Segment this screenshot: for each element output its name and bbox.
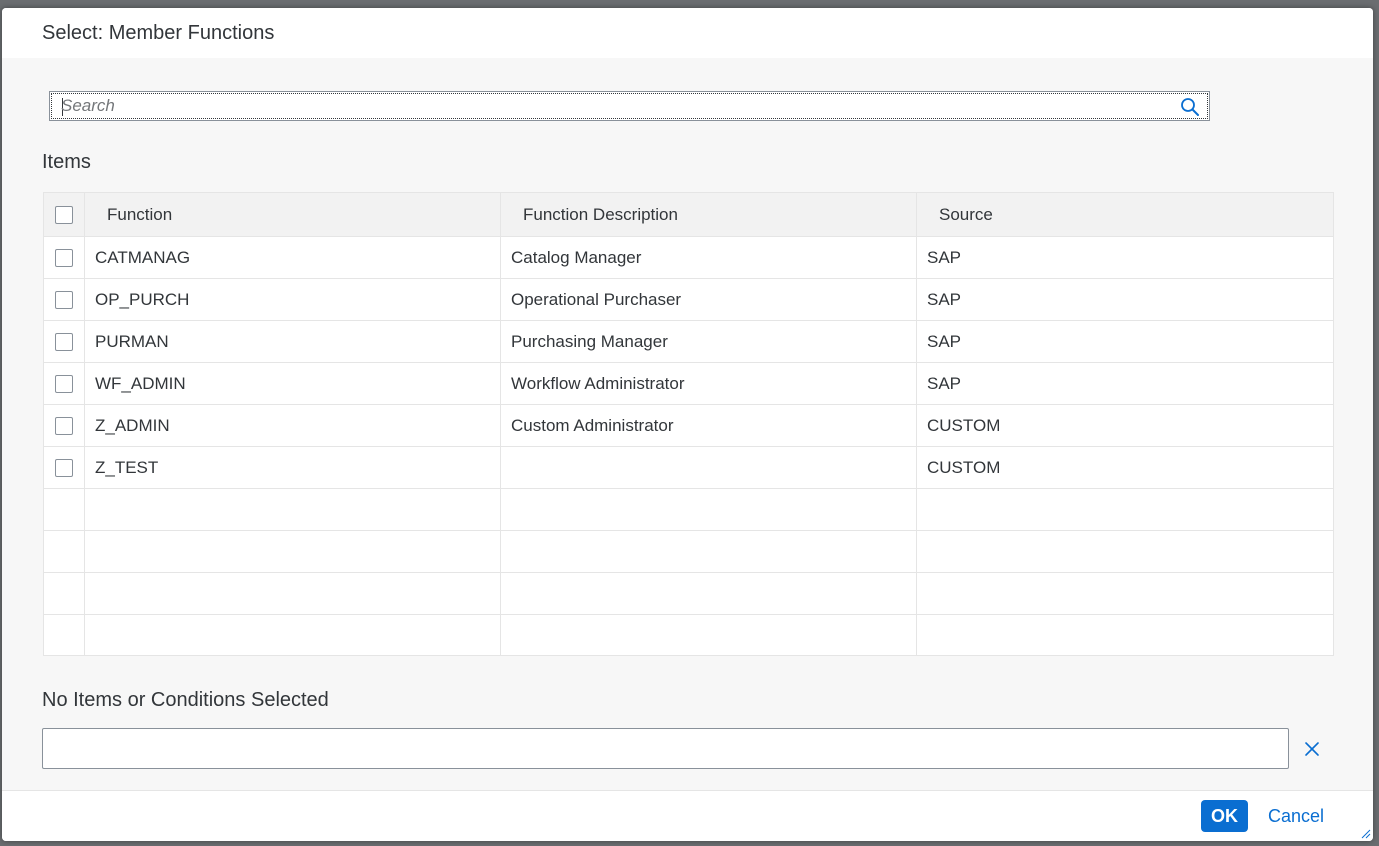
column-header-source[interactable]: Source xyxy=(917,193,1333,236)
function-cell: OP_PURCH xyxy=(85,279,501,320)
table-row[interactable]: Z_TEST CUSTOM xyxy=(44,447,1333,489)
empty-cell xyxy=(501,489,917,530)
search-icon[interactable] xyxy=(1180,97,1200,117)
empty-cell xyxy=(501,573,917,614)
search-field[interactable] xyxy=(49,91,1210,121)
table-row[interactable]: WF_ADMIN Workflow Administrator SAP xyxy=(44,363,1333,405)
dialog-header: Select: Member Functions xyxy=(2,8,1373,58)
table-header-row: Function Function Description Source xyxy=(44,193,1333,237)
source-cell: SAP xyxy=(927,331,962,351)
cancel-button[interactable]: Cancel xyxy=(1260,800,1332,832)
empty-cell xyxy=(917,573,1333,614)
selection-status-title: No Items or Conditions Selected xyxy=(42,689,329,711)
table-row[interactable]: OP_PURCH Operational Purchaser SAP xyxy=(44,279,1333,321)
empty-cell xyxy=(85,615,501,655)
source-cell: SAP xyxy=(927,247,962,267)
source-cell: SAP xyxy=(927,289,962,309)
member-functions-dialog: Select: Member Functions Items Function … xyxy=(2,8,1373,841)
row-checkbox[interactable] xyxy=(55,290,73,309)
empty-cell xyxy=(917,531,1333,572)
empty-cell xyxy=(501,531,917,572)
table-row[interactable]: Z_ADMIN Custom Administrator CUSTOM xyxy=(44,405,1333,447)
empty-table-row xyxy=(44,489,1333,531)
selected-items-tokenizer[interactable] xyxy=(42,728,1289,769)
description-cell: Purchasing Manager xyxy=(501,321,917,362)
empty-cell xyxy=(917,615,1333,655)
source-cell: SAP xyxy=(927,373,962,393)
empty-cell xyxy=(917,489,1333,530)
table-row[interactable]: PURMAN Purchasing Manager SAP xyxy=(44,321,1333,363)
function-cell: CATMANAG xyxy=(85,237,501,278)
function-cell: Z_TEST xyxy=(85,447,501,488)
empty-cell xyxy=(501,615,917,655)
clear-icon[interactable] xyxy=(1302,739,1322,759)
source-cell: CUSTOM xyxy=(927,457,1001,477)
resize-handle-icon[interactable] xyxy=(1361,829,1371,839)
dialog-title: Select: Member Functions xyxy=(42,22,275,44)
select-all-checkbox[interactable] xyxy=(55,205,73,224)
items-title: Items xyxy=(42,151,91,173)
description-cell: Custom Administrator xyxy=(501,405,917,446)
row-select-cell xyxy=(44,321,85,362)
row-select-cell xyxy=(44,363,85,404)
description-cell xyxy=(501,447,917,488)
table-row[interactable]: CATMANAG Catalog Manager SAP xyxy=(44,237,1333,279)
row-select-cell xyxy=(44,279,85,320)
description-cell: Workflow Administrator xyxy=(501,363,917,404)
row-checkbox[interactable] xyxy=(55,332,73,351)
ok-button[interactable]: OK xyxy=(1201,800,1248,832)
row-checkbox[interactable] xyxy=(55,416,73,435)
select-all-cell xyxy=(44,193,85,236)
row-select-cell xyxy=(44,447,85,488)
function-cell: PURMAN xyxy=(85,321,501,362)
dialog-content: Items Function Function Description Sour… xyxy=(2,58,1373,790)
empty-table-row xyxy=(44,615,1333,655)
search-input[interactable] xyxy=(61,92,1161,120)
row-select-cell xyxy=(44,405,85,446)
column-header-function[interactable]: Function xyxy=(85,193,501,236)
description-cell: Operational Purchaser xyxy=(501,279,917,320)
description-cell: Catalog Manager xyxy=(501,237,917,278)
empty-cell xyxy=(44,531,85,572)
column-header-function-description[interactable]: Function Description xyxy=(501,193,917,236)
dialog-footer: OK Cancel xyxy=(2,790,1373,841)
empty-cell xyxy=(44,489,85,530)
items-table: Function Function Description Source CAT… xyxy=(43,192,1334,656)
empty-table-row xyxy=(44,573,1333,615)
row-checkbox[interactable] xyxy=(55,374,73,393)
empty-cell xyxy=(44,573,85,614)
empty-cell xyxy=(85,573,501,614)
empty-cell xyxy=(44,615,85,655)
empty-table-row xyxy=(44,531,1333,573)
function-cell: WF_ADMIN xyxy=(85,363,501,404)
row-checkbox[interactable] xyxy=(55,458,73,477)
source-cell: CUSTOM xyxy=(927,415,1001,435)
function-cell: Z_ADMIN xyxy=(85,405,501,446)
row-checkbox[interactable] xyxy=(55,248,73,267)
row-select-cell xyxy=(44,237,85,278)
empty-cell xyxy=(85,489,501,530)
empty-cell xyxy=(85,531,501,572)
